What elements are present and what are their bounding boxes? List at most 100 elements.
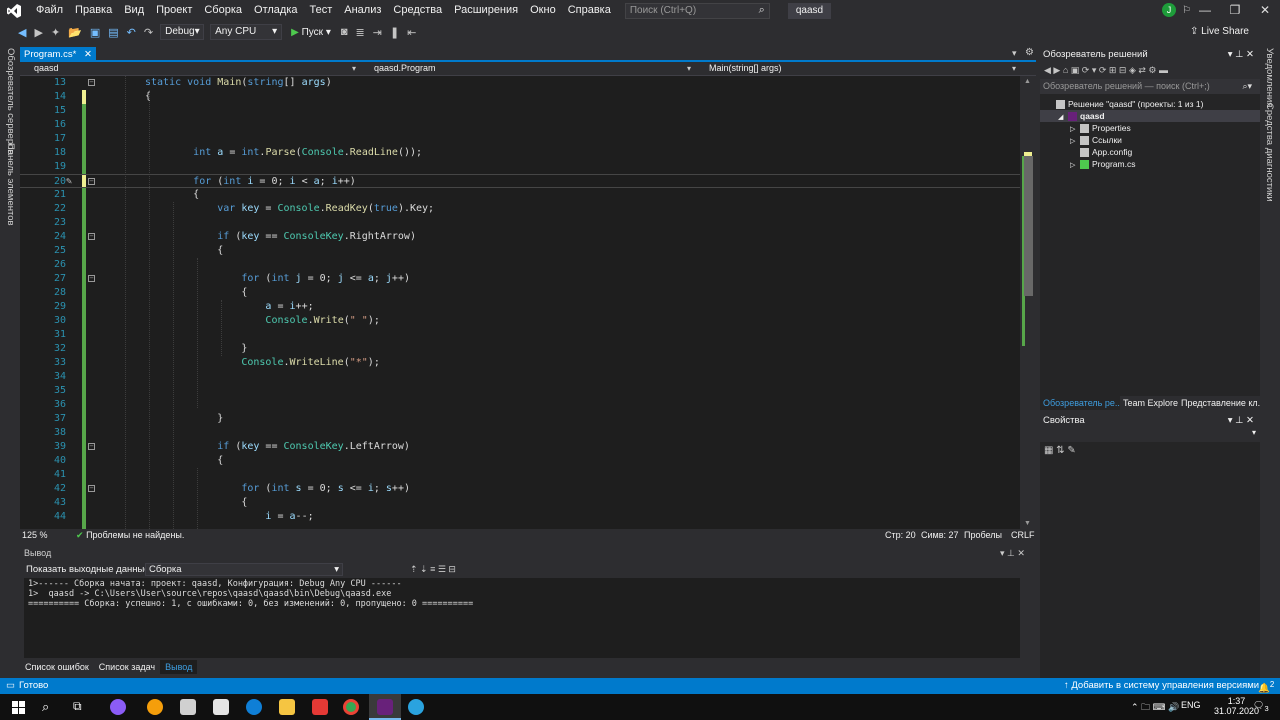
diagnostic-tools-tab[interactable]: Средства диагностики <box>1264 103 1275 202</box>
panel-controls[interactable]: ▾ ⊥ ✕ <box>1228 413 1254 428</box>
tab-program-cs[interactable]: Program.cs* ✕ <box>20 47 96 62</box>
fold-toggle-icon[interactable]: − <box>88 233 95 240</box>
tree-item[interactable]: ◢ qaasd <box>1040 110 1260 122</box>
zoom-level[interactable]: 125 % <box>22 530 48 540</box>
save-icon[interactable]: ▣ <box>90 26 100 39</box>
code-line[interactable]: 22 var key = Console.ReadKey(true).Key; <box>20 202 1020 216</box>
code-line[interactable]: 34 <box>20 370 1020 384</box>
code-line[interactable]: 26 <box>20 258 1020 272</box>
menu-item[interactable]: Окно <box>524 0 562 21</box>
tree-item[interactable]: ▷ Ссылки <box>1040 134 1260 146</box>
code-line[interactable]: 29 a = i++; <box>20 300 1020 314</box>
code-line[interactable]: 15 <box>20 104 1020 118</box>
code-line[interactable]: 30 Console.Write(" "); <box>20 314 1020 328</box>
nav-member[interactable]: Main(string[] args) ▾ <box>695 62 1020 75</box>
browser-link-icon[interactable]: ◙ <box>341 26 348 38</box>
menu-item[interactable]: Средства <box>387 0 448 21</box>
output-tab[interactable]: Список ошибок <box>20 660 94 674</box>
yandex-browser-icon[interactable] <box>312 699 328 715</box>
comment-icon[interactable]: ≣ <box>356 26 365 39</box>
tab-dropdown-icon[interactable]: ▾ <box>1012 48 1017 59</box>
code-line[interactable]: 39 − if (key == ConsoleKey.LeftArrow) <box>20 440 1020 454</box>
live-share-button[interactable]: ⇪ Live Share <box>1190 26 1249 37</box>
config-select[interactable]: Debug ▾ <box>160 24 205 40</box>
panel-controls[interactable]: ▾ ⊥ ✕ <box>1000 548 1025 559</box>
redo-icon[interactable]: ↷ <box>144 26 153 39</box>
code-line[interactable]: 36 <box>20 398 1020 412</box>
code-line[interactable]: 17 <box>20 132 1020 146</box>
file-explorer-icon[interactable] <box>279 699 295 715</box>
close-window-button[interactable]: ✕ <box>1250 0 1280 21</box>
language-indicator[interactable]: ENG <box>1181 700 1201 710</box>
code-line[interactable]: 42 − for (int s = 0; s <= i; s++) <box>20 482 1020 496</box>
windows-start-icon[interactable] <box>12 701 25 714</box>
code-line[interactable]: 38 <box>20 426 1020 440</box>
code-line[interactable]: 19 <box>20 160 1020 174</box>
code-line[interactable]: 20 − for (int i = 0; i < a; i++) <box>20 174 1020 188</box>
settings-gear-icon[interactable]: ⚙ <box>1025 47 1034 58</box>
code-line[interactable]: 13 − static void Main(string[] args) <box>20 76 1020 90</box>
properties-object-select[interactable]: ▾ <box>1040 428 1260 442</box>
editor-vertical-scrollbar[interactable]: ▲ ▼ <box>1020 76 1036 529</box>
solution-panel-tab[interactable]: Обозреватель ре... <box>1040 396 1120 410</box>
search-icon[interactable]: ⌕ <box>42 699 49 715</box>
source-control-button[interactable]: ↑ Добавить в систему управления версиями… <box>1064 680 1266 691</box>
fold-toggle-icon[interactable]: − <box>88 275 95 282</box>
output-tab[interactable]: Вывод <box>160 660 198 674</box>
properties-toolbar[interactable]: ▦ ⇅ ✎ <box>1044 445 1076 456</box>
fold-toggle-icon[interactable]: − <box>88 485 95 492</box>
tree-item[interactable]: ▷ Properties <box>1040 122 1260 134</box>
output-toolbar-icons[interactable]: ⇡ ⇣ ≡ ☰ ⊟ <box>410 564 456 575</box>
solution-panel-tab[interactable]: Представление кл... <box>1178 396 1260 410</box>
code-line[interactable]: 31 <box>20 328 1020 342</box>
code-line[interactable]: 41 <box>20 468 1020 482</box>
menu-item[interactable]: Файл <box>30 0 69 21</box>
code-line[interactable]: 43 { <box>20 496 1020 510</box>
menu-item[interactable]: Вид <box>118 0 150 21</box>
server-explorer-tab[interactable]: Обозреватель серверов <box>5 48 16 154</box>
code-line[interactable]: 44 i = a--; <box>20 510 1020 524</box>
notifications-tab[interactable]: Уведомления <box>1264 48 1275 107</box>
expand-arrow-icon[interactable]: ▷ <box>1070 160 1080 172</box>
code-editor[interactable]: 13− static void Main(string[] args) 14{15 1… <box>20 76 1020 529</box>
whitespace-mode[interactable]: Пробелы <box>964 530 1002 540</box>
code-line[interactable]: 14 { <box>20 90 1020 104</box>
new-project-icon[interactable]: ✦ <box>51 26 60 39</box>
menu-item[interactable]: Отладка <box>248 0 303 21</box>
problems-status[interactable]: ✔ Проблемы не найдены. <box>76 530 184 541</box>
tray-icons[interactable]: ⌃ 🗀 ⌨ 🔊 <box>1131 700 1179 716</box>
open-file-icon[interactable]: 📂 <box>68 26 82 39</box>
solution-explorer-toolbar[interactable]: ◀ ▶ ⌂ ▣ ⟳ ▾ ⟳ ⊞ ⊟ ◈ ⇄ ⚙ ▬ <box>1040 62 1260 79</box>
visual-studio-taskbar-button[interactable] <box>369 694 401 720</box>
output-tab[interactable]: Список задач <box>94 660 160 674</box>
account-avatar[interactable]: J <box>1162 3 1176 17</box>
menu-item[interactable]: Сборка <box>198 0 248 21</box>
line-endings[interactable]: CRLF <box>1011 530 1035 540</box>
fold-toggle-icon[interactable]: − <box>88 443 95 450</box>
store-icon[interactable] <box>213 699 229 715</box>
browser-icon[interactable] <box>147 699 163 715</box>
notifications-bell-icon[interactable]: 🔔2 <box>1258 680 1274 694</box>
solution-search-input[interactable]: Обозреватель решений — поиск (Ctrl+;) ⌕▾ <box>1040 79 1260 94</box>
indent-icon[interactable]: ⇥ <box>373 26 382 39</box>
back-icon[interactable]: ◀ <box>18 26 26 39</box>
code-line[interactable]: 21 { <box>20 188 1020 202</box>
menu-item[interactable]: Расширения <box>448 0 524 21</box>
edge-icon[interactable] <box>246 699 262 715</box>
solution-panel-tab[interactable]: Team Explorer <box>1120 396 1178 410</box>
save-all-icon[interactable]: ▤ <box>108 26 118 39</box>
nav-project[interactable]: qaasd ▾ <box>20 62 360 75</box>
bookmark-icon[interactable]: ❚ <box>390 26 399 39</box>
panel-controls[interactable]: ▾ ⊥ ✕ <box>1228 47 1254 62</box>
code-line[interactable]: 24 − if (key == ConsoleKey.RightArrow) <box>20 230 1020 244</box>
app-icon[interactable] <box>110 699 126 715</box>
code-line[interactable]: 40 { <box>20 454 1020 468</box>
code-line[interactable]: 18 int a = int.Parse(Console.ReadLine())… <box>20 146 1020 160</box>
scroll-thumb[interactable] <box>1024 156 1033 296</box>
code-line[interactable]: 32 } <box>20 342 1020 356</box>
menu-item[interactable]: Справка <box>562 0 617 21</box>
tree-item[interactable]: App.config <box>1040 146 1260 158</box>
fold-toggle-icon[interactable]: − <box>88 79 95 86</box>
code-line[interactable]: 16 <box>20 118 1020 132</box>
code-line[interactable]: 25 { <box>20 244 1020 258</box>
